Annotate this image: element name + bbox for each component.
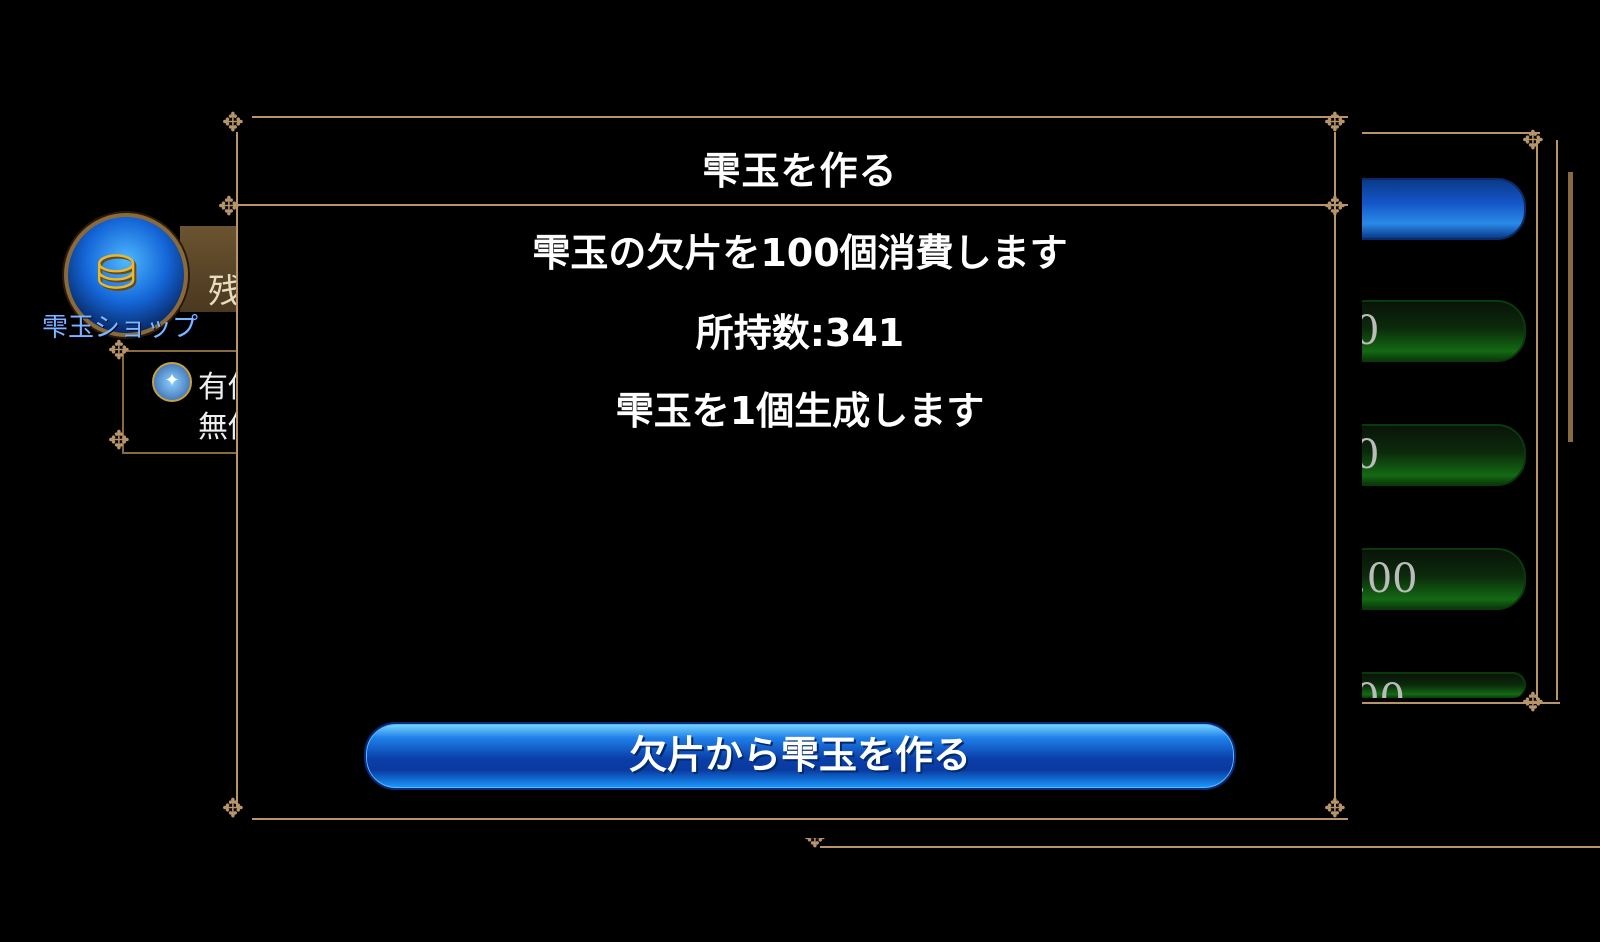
dialog-frame-left: [236, 132, 238, 808]
bottom-panel-frame: [820, 846, 1600, 848]
generate-message: 雫玉を1個生成します: [615, 389, 985, 433]
right-panel-frame-outer: [1556, 140, 1558, 700]
create-gem-dialog: 雫玉を作る 雫玉の欠片を100個消費します 所持数:341 雫玉を1個生成します…: [238, 118, 1362, 838]
ornament-corner-icon: ✥: [1324, 108, 1346, 138]
ornament-corner-icon: ✥: [1324, 192, 1346, 222]
ornament-corner-icon: ✥: [1324, 794, 1346, 824]
ornament-corner-icon: ✥: [1522, 688, 1544, 718]
right-panel-frame-inner: [1536, 140, 1538, 700]
dialog-frame-bottom: [252, 818, 1348, 820]
currency-paid-label: 有償: [198, 370, 236, 405]
owned-count: 所持数:341: [695, 311, 905, 355]
ornament-corner-icon: ✥: [222, 794, 244, 824]
consume-message: 雫玉の欠片を100個消費します: [532, 231, 1068, 275]
currency-free-label: 無償: [198, 410, 236, 445]
dialog-frame-right: [1334, 132, 1336, 808]
ornament-corner-icon: ✥: [218, 192, 240, 222]
dialog-title: 雫玉を作る: [702, 149, 898, 193]
ornament-corner-icon: ✥: [1522, 126, 1544, 156]
create-from-fragments-button[interactable]: 欠片から雫玉を作る: [364, 722, 1236, 790]
ornament-corner-icon: ✥: [108, 336, 130, 366]
gold-coins-icon: ⛁: [96, 245, 137, 301]
ornament-corner-icon: ✥: [222, 108, 244, 138]
right-panel-scrollbar[interactable]: [1568, 172, 1573, 442]
gem-icon: ✦: [152, 362, 192, 402]
dialog-frame-top: [252, 116, 1348, 118]
ornament-corner-icon: ✥: [108, 426, 130, 456]
dialog-title-divider: [236, 204, 1348, 206]
